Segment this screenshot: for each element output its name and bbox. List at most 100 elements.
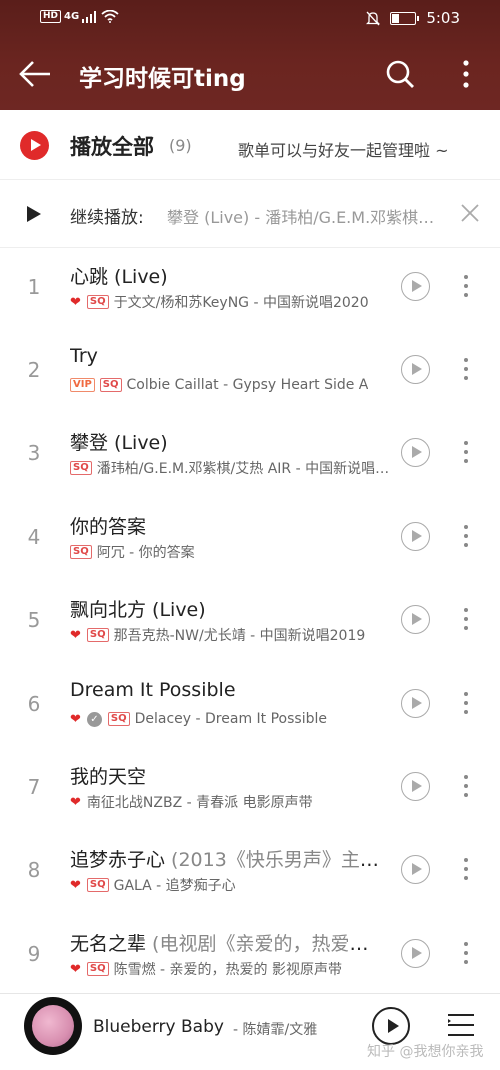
- song-meta: SQ 潘玮柏/G.E.M.邓紫棋/艾热 AIR - 中国新说唱2020: [70, 458, 392, 478]
- song-more-button[interactable]: [456, 856, 476, 882]
- song-more-button[interactable]: [456, 356, 476, 382]
- heart-icon[interactable]: ❤: [70, 295, 81, 310]
- sq-badge: SQ: [86, 628, 109, 642]
- song-meta: ❤ SQ 于文文/杨和苏KeyNG - 中国新说唱2020: [70, 292, 392, 312]
- playlist-queue-button[interactable]: [446, 1010, 476, 1040]
- play-all-label[interactable]: 播放全部: [70, 131, 154, 161]
- song-title-main: 你的答案: [70, 516, 147, 538]
- sq-badge: SQ: [70, 545, 92, 559]
- song-title[interactable]: 你的答案: [70, 512, 380, 539]
- song-more-button[interactable]: [456, 773, 476, 799]
- song-row[interactable]: 2 Try VIP SQ Colbie Caillat - Gypsy Heart …: [0, 328, 500, 411]
- song-title[interactable]: Try: [70, 345, 380, 367]
- song-row[interactable]: 7 我的天空 ❤ 南征北战NZBZ - 青春派 电影原声带: [0, 745, 500, 828]
- song-artist-album: 于文文/杨和苏KeyNG - 中国新说唱2020: [113, 295, 369, 311]
- song-artist-album: 陈雪燃 - 亲爱的，热爱的 影视原声带: [113, 962, 343, 978]
- play-all-bar[interactable]: 播放全部 (9) 歌单可以与好友一起管理啦 ~: [0, 110, 500, 180]
- now-playing-title[interactable]: Blueberry Baby: [93, 1017, 224, 1037]
- verified-icon: ✓: [86, 711, 102, 727]
- mini-player[interactable]: Blueberry Baby - 陈婧霏/文雅 知乎 @我想你亲我: [0, 993, 500, 1070]
- song-row[interactable]: 1 心跳 (Live) ❤ SQ 于文文/杨和苏KeyNG - 中国新说唱2020: [0, 245, 500, 328]
- heart-icon[interactable]: ❤: [70, 795, 81, 810]
- album-disc[interactable]: [24, 997, 82, 1055]
- close-icon[interactable]: [458, 201, 482, 225]
- manage-note-link[interactable]: 歌单可以与好友一起管理啦 ~: [238, 137, 449, 161]
- song-more-button[interactable]: [456, 439, 476, 465]
- song-meta: ❤ SQ GALA - 追梦痴子心: [70, 875, 392, 895]
- search-icon: [386, 60, 414, 88]
- song-artist-album: GALA - 追梦痴子心: [113, 878, 236, 894]
- song-title[interactable]: 我的天空: [70, 762, 380, 789]
- more-options-button[interactable]: [452, 56, 480, 92]
- song-meta: ❤ ✓ SQ Delacey - Dream It Possible: [70, 709, 392, 729]
- heart-icon[interactable]: ❤: [70, 962, 81, 977]
- song-title[interactable]: 无名之辈 (电视剧《亲爱的，热爱的》插曲): [70, 929, 380, 956]
- song-index: 1: [27, 275, 41, 299]
- song-title[interactable]: 心跳 (Live): [70, 262, 380, 289]
- song-row[interactable]: 8 追梦赤子心 (2013《快乐男声》主题曲) ❤ SQ GALA - 追梦痴子心: [0, 828, 500, 911]
- mute-bell-icon: [366, 11, 381, 25]
- song-title[interactable]: 追梦赤子心 (2013《快乐男声》主题曲): [70, 845, 380, 872]
- battery-icon: [390, 11, 420, 25]
- watermark: 知乎 @我想你亲我: [367, 1044, 484, 1060]
- heart-icon[interactable]: ❤: [70, 878, 81, 893]
- app-header: HD 4G 5:03 学习时候可ting: [0, 0, 500, 110]
- page-title: 学习时候可ting: [79, 66, 246, 92]
- play-mv-button[interactable]: [401, 605, 430, 634]
- play-all-icon[interactable]: [20, 131, 49, 160]
- queue-list-icon: [448, 1014, 474, 1036]
- song-title[interactable]: 攀登 (Live): [70, 428, 380, 455]
- song-artist-album: Delacey - Dream It Possible: [134, 711, 327, 727]
- now-playing-artist[interactable]: - 陈婧霏/文雅: [233, 1019, 318, 1039]
- song-row[interactable]: 5 飘向北方 (Live) ❤ SQ 那吾克热-NW/尤长靖 - 中国新说唱2019: [0, 578, 500, 661]
- sq-badge: SQ: [70, 461, 92, 475]
- play-mv-button[interactable]: [401, 272, 430, 301]
- song-artist-album: 南征北战NZBZ - 青春派 电影原声带: [86, 795, 313, 811]
- heart-icon[interactable]: ❤: [70, 712, 81, 727]
- song-more-button[interactable]: [456, 606, 476, 632]
- resume-play-icon[interactable]: [27, 206, 41, 222]
- song-more-button[interactable]: [456, 523, 476, 549]
- sq-badge: SQ: [86, 295, 109, 309]
- song-artist-album: Colbie Caillat - Gypsy Heart Side A: [126, 377, 369, 393]
- back-button[interactable]: [18, 56, 58, 92]
- heart-icon[interactable]: ❤: [70, 628, 81, 643]
- play-mv-button[interactable]: [401, 438, 430, 467]
- resume-label: 继续播放:: [70, 208, 144, 228]
- song-title-main: 攀登 (Live): [70, 432, 168, 454]
- song-title-main: Try: [70, 345, 98, 367]
- song-index: 6: [27, 692, 41, 716]
- sq-badge: SQ: [86, 878, 109, 892]
- play-pause-button[interactable]: [372, 1007, 410, 1045]
- song-index: 2: [27, 358, 41, 382]
- album-art: [32, 1005, 74, 1047]
- status-bar: HD 4G 5:03: [0, 0, 500, 36]
- song-meta: ❤ SQ 那吾克热-NW/尤长靖 - 中国新说唱2019: [70, 625, 392, 645]
- play-mv-button[interactable]: [401, 689, 430, 718]
- hd-badge: HD: [40, 10, 62, 23]
- song-more-button[interactable]: [456, 940, 476, 966]
- play-mv-button[interactable]: [401, 855, 430, 884]
- song-index: 3: [27, 441, 41, 465]
- song-title[interactable]: Dream It Possible: [70, 679, 380, 701]
- play-mv-button[interactable]: [401, 355, 430, 384]
- vip-badge: VIP: [70, 378, 95, 392]
- song-row[interactable]: 9 无名之辈 (电视剧《亲爱的，热爱的》插曲) ❤ SQ 陈雪燃 - 亲爱的，热爱的…: [0, 912, 500, 995]
- play-mv-button[interactable]: [401, 939, 430, 968]
- sq-badge: SQ: [107, 712, 130, 726]
- search-button[interactable]: [382, 56, 418, 92]
- song-row[interactable]: 3 攀登 (Live) SQ 潘玮柏/G.E.M.邓紫棋/艾热 AIR - 中国新…: [0, 411, 500, 494]
- status-right: 5:03: [366, 9, 460, 27]
- resume-track[interactable]: 攀登 (Live) - 潘玮柏/G.E.M.邓紫棋/艾热 AIR: [167, 204, 435, 228]
- song-index: 8: [27, 858, 41, 882]
- song-more-button[interactable]: [456, 273, 476, 299]
- song-more-button[interactable]: [456, 690, 476, 716]
- resume-bar[interactable]: 继续播放: 攀登 (Live) - 潘玮柏/G.E.M.邓紫棋/艾热 AIR: [0, 181, 500, 248]
- song-meta: VIP SQ Colbie Caillat - Gypsy Heart Side A: [70, 375, 392, 395]
- play-mv-button[interactable]: [401, 522, 430, 551]
- song-row[interactable]: 6 Dream It Possible ❤ ✓ SQ Delacey - Dream …: [0, 662, 500, 745]
- song-artist-album: 潘玮柏/G.E.M.邓紫棋/艾热 AIR - 中国新说唱2020: [96, 461, 392, 477]
- song-title[interactable]: 飘向北方 (Live): [70, 595, 380, 622]
- play-mv-button[interactable]: [401, 772, 430, 801]
- song-row[interactable]: 4 你的答案 SQ 阿冗 - 你的答案: [0, 495, 500, 578]
